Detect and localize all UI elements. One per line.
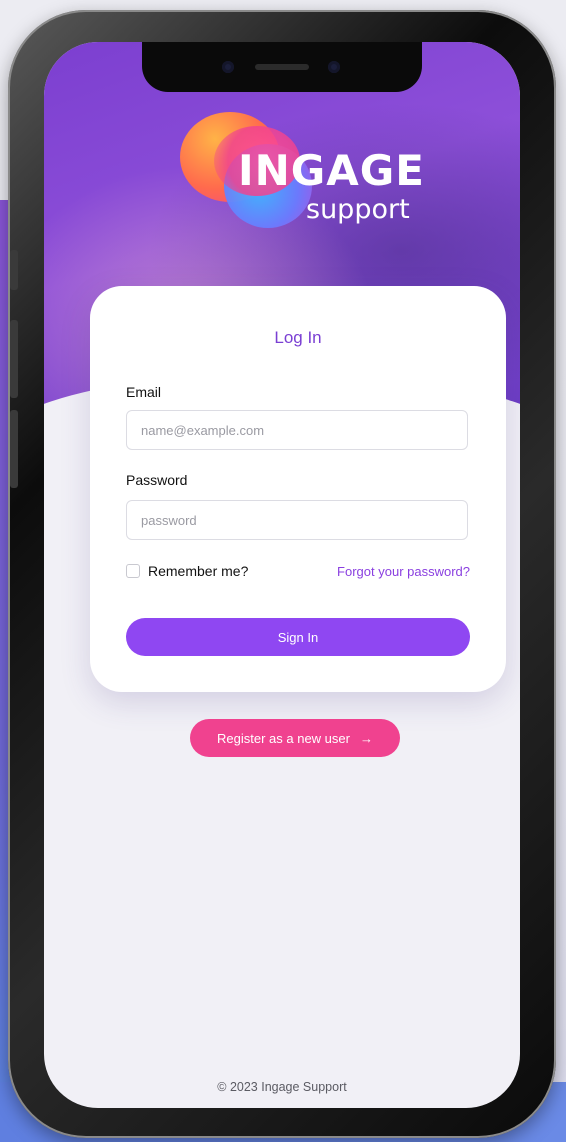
mute-switch <box>10 250 18 290</box>
logo-wordmark: INGAGE <box>238 146 425 195</box>
login-title: Log In <box>274 328 322 347</box>
password-field[interactable] <box>126 500 468 540</box>
remember-me-checkbox[interactable] <box>126 564 140 578</box>
email-field[interactable] <box>126 410 468 450</box>
password-label: Password <box>126 472 188 488</box>
register-button[interactable]: Register as a new user → <box>190 719 400 757</box>
volume-up-button <box>10 320 18 398</box>
register-label: Register as a new user <box>217 730 350 746</box>
forgot-password-link[interactable]: Forgot your password? <box>337 564 470 579</box>
volume-down-button <box>10 410 18 488</box>
sensor-icon <box>328 61 340 73</box>
notch <box>142 42 422 92</box>
logo-subtitle: support <box>306 194 410 225</box>
speaker-grille <box>255 64 309 70</box>
camera-icon <box>222 61 234 73</box>
remember-me-label[interactable]: Remember me? <box>148 563 248 579</box>
sign-in-button[interactable]: Sign In <box>126 618 470 656</box>
login-card: Log In Email Password Remember me? Forgo… <box>90 286 506 692</box>
arrow-right-icon: → <box>359 730 373 746</box>
ingage-logo: INGAGE support <box>180 104 424 234</box>
phone-frame: INGAGE support Log In Email Password Rem… <box>8 10 556 1138</box>
email-label: Email <box>126 384 162 400</box>
phone-screen: INGAGE support Log In Email Password Rem… <box>44 42 520 1108</box>
footer-copyright: © 2023 Ingage Support <box>217 1080 347 1094</box>
